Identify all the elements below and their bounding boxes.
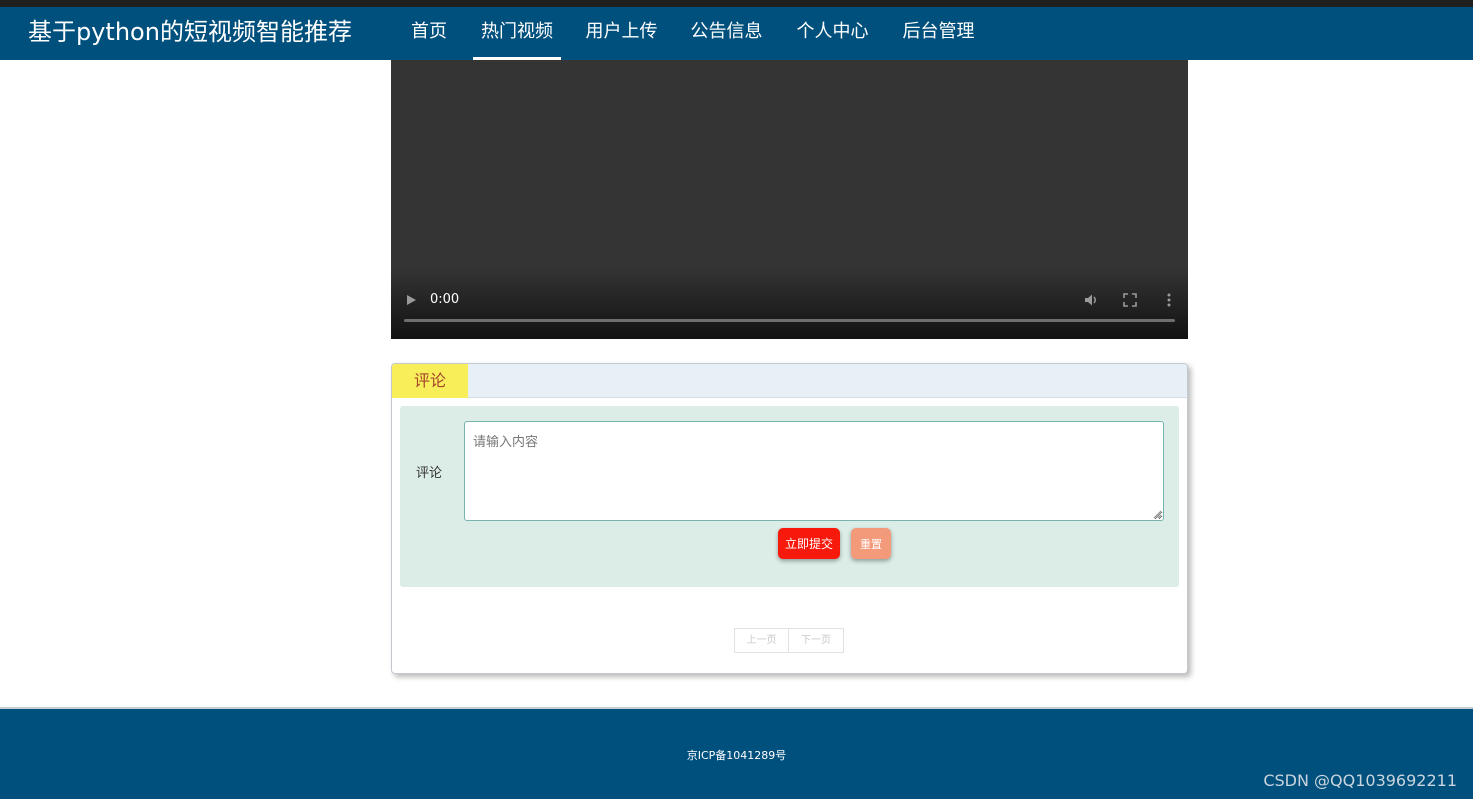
video-controls-overlay xyxy=(391,267,1188,339)
nav-item-home[interactable]: 首页 xyxy=(410,7,448,60)
top-navbar: 基于python的短视频智能推荐 首页 热门视频 用户上传 公告信息 个人中心 … xyxy=(0,7,1473,60)
nav-item-personal-center[interactable]: 个人中心 xyxy=(795,7,870,60)
volume-icon[interactable] xyxy=(1083,292,1099,308)
comment-panel: 评论 评论 立即提交 重置 上一页 下一页 xyxy=(391,363,1188,674)
resize-grip-icon[interactable] xyxy=(1153,510,1162,519)
csdn-watermark: CSDN @QQ1039692211 xyxy=(1263,771,1457,790)
more-vert-icon[interactable] xyxy=(1164,292,1174,308)
video-time: 0:00 xyxy=(430,292,460,307)
play-icon[interactable] xyxy=(404,293,418,307)
page-footer: 京ICP备1041289号 CSDN @QQ1039692211 xyxy=(0,707,1473,799)
pagination: 上一页 下一页 xyxy=(734,628,844,653)
window-top-strip xyxy=(0,0,1473,7)
comment-field-label: 评论 xyxy=(416,466,443,481)
nav-item-admin[interactable]: 后台管理 xyxy=(901,7,976,60)
tab-comments[interactable]: 评论 xyxy=(392,364,468,398)
nav-item-hot-videos[interactable]: 热门视频 xyxy=(473,7,561,60)
next-page-button[interactable]: 下一页 xyxy=(789,628,844,653)
comment-input[interactable] xyxy=(464,421,1164,521)
nav-item-user-upload[interactable]: 用户上传 xyxy=(584,7,659,60)
nav-item-announcements[interactable]: 公告信息 xyxy=(689,7,764,60)
fullscreen-icon[interactable] xyxy=(1122,292,1138,308)
video-player[interactable]: 0:00 xyxy=(391,60,1188,339)
site-brand[interactable]: 基于python的短视频智能推荐 xyxy=(28,7,352,60)
submit-button[interactable]: 立即提交 xyxy=(778,528,840,559)
panel-header: 评论 xyxy=(392,364,1187,398)
video-progress-bar[interactable] xyxy=(404,319,1175,322)
reset-button[interactable]: 重置 xyxy=(851,528,891,559)
prev-page-button[interactable]: 上一页 xyxy=(734,628,789,653)
icp-record[interactable]: 京ICP备1041289号 xyxy=(0,747,1473,763)
comment-form: 评论 立即提交 重置 xyxy=(400,406,1179,587)
